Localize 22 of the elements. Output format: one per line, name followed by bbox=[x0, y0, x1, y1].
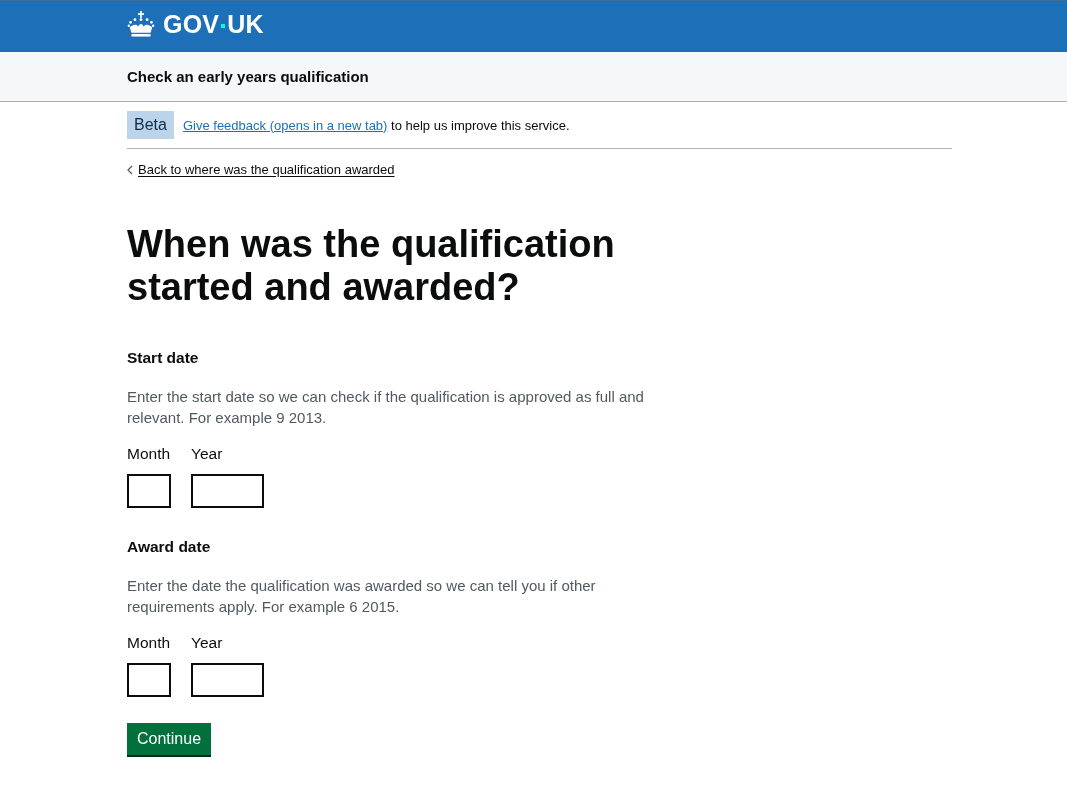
fieldset-legend: Start date bbox=[127, 348, 952, 367]
year-input-field[interactable] bbox=[191, 662, 264, 697]
input-label: Month bbox=[127, 443, 171, 464]
fieldset-legend: Award date bbox=[127, 537, 952, 556]
crown-icon bbox=[127, 11, 155, 37]
back-link[interactable]: Back to where was the qualification awarded bbox=[127, 162, 395, 177]
hint-text: Enter the start date so we can check if the qualification is approved as full and relevant. For example 9 2013. bbox=[127, 386, 645, 428]
feedback-sentence: Give feedback (opens in a new tab) to help us improve this service. bbox=[182, 117, 570, 133]
input-label: Month bbox=[127, 632, 171, 653]
feedback-link[interactable]: Give feedback (opens in a new tab) bbox=[182, 117, 388, 133]
service-name-link[interactable]: Check an early years qualification bbox=[127, 68, 369, 85]
hint-text: Enter the date the qualification was awarded so we can tell you if other requirements apply. For example 6 2015. bbox=[127, 575, 597, 617]
year-input-field[interactable] bbox=[191, 473, 264, 508]
continue-button[interactable]: Continue bbox=[127, 722, 212, 755]
month-input-field[interactable] bbox=[127, 662, 171, 697]
input-label: Year bbox=[191, 632, 224, 653]
month-input-field[interactable] bbox=[127, 473, 171, 508]
phase-tag: Beta bbox=[127, 111, 174, 139]
page-heading: When was the qualification started and awarded? bbox=[127, 222, 616, 309]
input-label: Year bbox=[191, 443, 224, 464]
chevron-left-icon bbox=[127, 164, 133, 175]
gov-uk-logo[interactable]: GOV UK bbox=[127, 11, 264, 37]
